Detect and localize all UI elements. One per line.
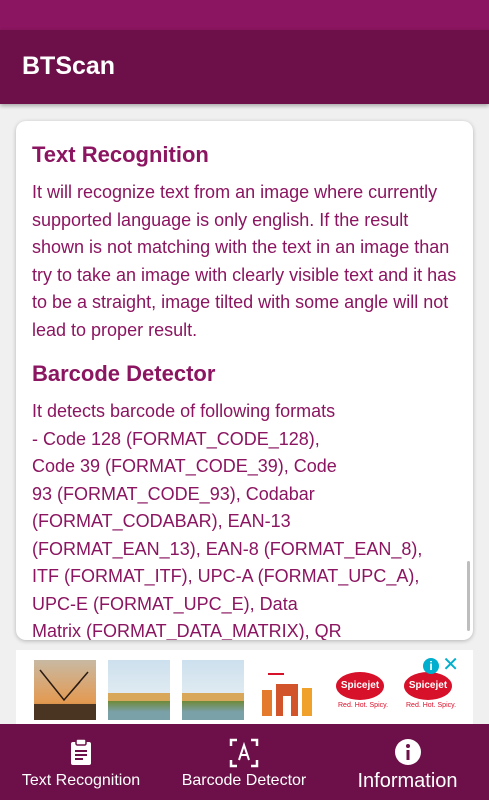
app-bar: BTScan (0, 30, 489, 104)
ad-image-fort-1[interactable] (108, 660, 170, 720)
barcode-scan-icon (229, 738, 259, 768)
bottom-navigation: Text Recognition Barcode Detector Inform… (0, 724, 489, 800)
ad-image-india-gate[interactable] (256, 660, 318, 720)
section-title-text-recognition: Text Recognition (32, 142, 209, 167)
status-bar (0, 0, 489, 30)
app-title: BTScan (22, 52, 116, 80)
spicejet-brand: Spicejet (336, 672, 384, 700)
ad-image-fort-2[interactable] (182, 660, 244, 720)
nav-label-information: Information (357, 770, 458, 792)
scrollbar[interactable] (467, 561, 470, 631)
info-card[interactable]: Text Recognition It will recognize text … (16, 121, 473, 640)
spicejet-brand-2: Spicejet (404, 672, 452, 700)
spicejet-tagline: Red. Hot. Spicy. (338, 702, 389, 709)
spicejet-tagline-2: Red. Hot. Spicy. (406, 702, 457, 709)
info-icon (394, 739, 421, 765)
info-content: Text Recognition It will recognize text … (32, 141, 460, 640)
nav-item-information[interactable]: Information (326, 724, 489, 800)
section-body-text-recognition: It will recognize text from an image whe… (32, 182, 457, 340)
section-title-barcode-detector: Barcode Detector (32, 361, 216, 386)
section-body-barcode-detector: It detects barcode of following formats … (32, 401, 423, 640)
nav-label-text-recognition: Text Recognition (21, 772, 141, 789)
nav-label-barcode-detector: Barcode Detector (181, 772, 307, 789)
ad-close-icon[interactable]: ✕ (442, 655, 459, 675)
ad-image-fishing-nets[interactable] (34, 660, 96, 720)
ad-banner[interactable]: Spicejet Red. Hot. Spicy. Spicejet Red. … (16, 650, 473, 724)
ad-spicejet-logo-1[interactable]: Spicejet Red. Hot. Spicy. (328, 664, 392, 716)
nav-item-barcode-detector[interactable]: Barcode Detector (162, 724, 326, 800)
adchoices-info-icon[interactable]: i (423, 658, 439, 674)
nav-item-text-recognition[interactable]: Text Recognition (0, 724, 162, 800)
clipboard-icon (71, 738, 91, 765)
